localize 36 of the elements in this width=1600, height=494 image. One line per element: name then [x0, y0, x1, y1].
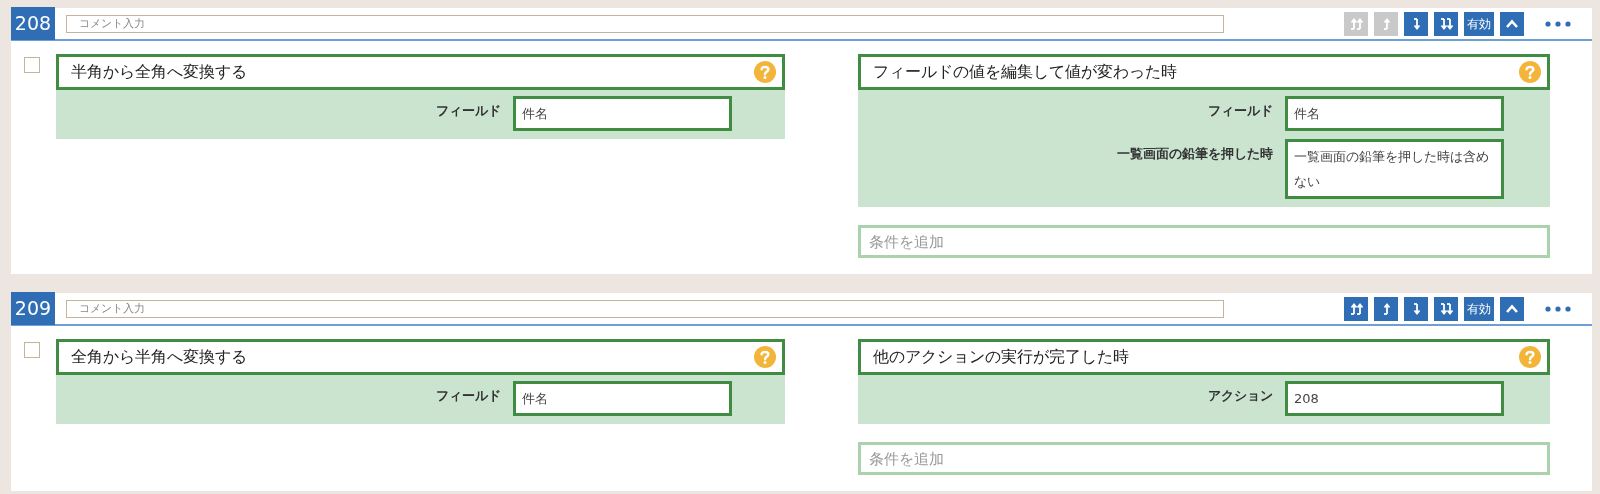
collapse-button[interactable]: [1500, 296, 1524, 321]
more-icon: [1545, 305, 1571, 312]
param-field[interactable]: 一覧画面の鉛筆を押した時は含めない: [1285, 139, 1504, 199]
enabled-toggle[interactable]: 有効: [1464, 11, 1494, 36]
more-icon: [1545, 20, 1571, 27]
move-bottom-button[interactable]: [1434, 11, 1458, 36]
block-title: フィールドの値を編集して値が変わった時: [873, 61, 1177, 83]
move-down-button[interactable]: [1404, 296, 1428, 321]
param-label: フィールド: [1207, 102, 1274, 120]
rule-number: 208: [11, 7, 55, 40]
move-bottom-button[interactable]: [1434, 296, 1458, 321]
double-down-arrow-icon: [1438, 15, 1454, 32]
block-title: 他のアクションの実行が完了した時: [873, 346, 1129, 368]
double-down-arrow-icon: [1438, 300, 1454, 317]
param-field[interactable]: 208: [1285, 381, 1504, 416]
param-field[interactable]: 件名: [513, 381, 732, 416]
add-condition-field[interactable]: 条件を追加: [858, 442, 1550, 475]
rule-checkbox[interactable]: [24, 57, 40, 73]
block-title: 全角から半角へ変換する: [71, 346, 247, 368]
collapse-button[interactable]: [1500, 11, 1524, 36]
block-title: 半角から全角へ変換する: [71, 61, 247, 83]
add-condition-field[interactable]: 条件を追加: [858, 225, 1550, 258]
comment-input[interactable]: コメント入力: [66, 299, 1224, 318]
param-field[interactable]: 件名: [513, 96, 732, 131]
param-label: 一覧画面の鉛筆を押した時: [1116, 145, 1274, 163]
enabled-toggle[interactable]: 有効: [1464, 296, 1494, 321]
param-label: アクション: [1207, 387, 1274, 405]
move-up-button[interactable]: [1374, 296, 1398, 321]
move-down-button[interactable]: [1404, 11, 1428, 36]
param-label: フィールド: [435, 387, 502, 405]
param-label: フィールド: [435, 102, 502, 120]
comment-input[interactable]: コメント入力: [66, 14, 1224, 33]
param-field[interactable]: 件名: [1285, 96, 1504, 131]
rule-checkbox[interactable]: [24, 342, 40, 358]
rule-number: 209: [11, 292, 55, 325]
move-top-button[interactable]: [1344, 296, 1368, 321]
